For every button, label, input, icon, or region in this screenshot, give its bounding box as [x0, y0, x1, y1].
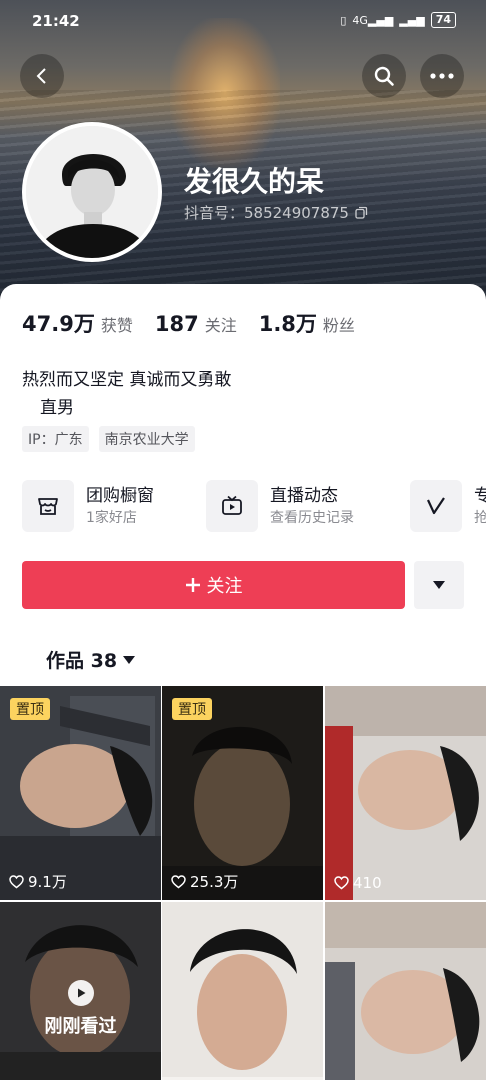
service-third[interactable]: 专 抢 [410, 480, 486, 532]
back-button[interactable] [20, 54, 64, 98]
chevron-left-icon [36, 68, 46, 84]
avatar-person-image [26, 126, 158, 258]
douyin-id-text: 抖音号：58524907875 [184, 204, 349, 222]
tab-works[interactable]: 作品 38 [46, 646, 136, 673]
stat-value: 1.8万 [258, 312, 317, 336]
service-title: 直播动态 [270, 486, 338, 506]
tv-icon [206, 480, 258, 532]
stat-label: 粉丝 [322, 316, 355, 335]
video-thumbnail[interactable]: 置顶 25.3万 [162, 686, 323, 900]
stat-label: 关注 [204, 316, 237, 335]
caret-down-icon [123, 655, 136, 664]
video-thumbnail[interactable] [325, 902, 486, 1080]
stat-value: 187 [154, 312, 199, 336]
like-count-text: 9.1万 [28, 873, 67, 891]
heart-icon [171, 874, 186, 888]
video-thumbnail[interactable]: 刚刚看过 [0, 902, 161, 1080]
stat-followers[interactable]: 1.8万 粉丝 [259, 308, 355, 338]
like-count-text: 410 [353, 874, 382, 892]
heart-icon [9, 874, 24, 888]
school-tag[interactable]: 南京农业大学 [98, 426, 195, 452]
like-count: 410 [334, 874, 382, 892]
signal-icon: 4G▂▄▆ [352, 13, 394, 27]
pinned-badge: 置顶 [172, 698, 212, 720]
v-logo-icon [410, 480, 462, 532]
like-count-text: 25.3万 [190, 873, 239, 891]
recently-viewed-label: 刚刚看过 [44, 1016, 117, 1037]
stat-value: 47.9万 [22, 312, 95, 336]
heart-icon [334, 876, 349, 890]
video-thumbnail[interactable]: 410 [325, 686, 486, 900]
service-group-buy-window[interactable]: 团购橱窗 1家好店 [22, 480, 154, 532]
nickname: 发很久的呆 [184, 165, 325, 198]
video-cover-image [162, 902, 323, 1080]
status-icons: ▯ 4G▂▄▆ ▂▄▆ 74 [340, 12, 456, 28]
service-subtitle: 查看历史记录 [270, 510, 354, 526]
stat-likes: 47.9万 获赞 [22, 308, 133, 338]
recently-viewed-overlay: 刚刚看过 [0, 980, 161, 1038]
search-icon [374, 66, 394, 86]
follow-dropdown-button[interactable] [414, 561, 464, 609]
like-count: 25.3万 [171, 871, 238, 892]
status-bar: 21:42 ▯ 4G▂▄▆ ▂▄▆ 74 [0, 0, 486, 44]
services-row: 团购橱窗 1家好店 直播动态 查看历史记录 专 抢 [22, 480, 486, 536]
play-icon [67, 980, 94, 1006]
bio-line-1: 热烈而又坚定 真诚而又勇敢 [22, 370, 232, 390]
copy-icon[interactable] [355, 206, 368, 219]
video-grid: 置顶 9.1万 置顶 25.3万 410 刚刚看过 [0, 686, 486, 1080]
pinned-badge: 置顶 [10, 698, 50, 720]
follow-button[interactable]: 关注 [22, 561, 405, 609]
caret-down-icon [433, 581, 445, 589]
works-tab-label: 作品 38 [46, 650, 118, 672]
vibrate-icon: ▯ [340, 13, 347, 27]
more-button[interactable] [420, 54, 464, 98]
follow-label: 关注 [206, 576, 243, 597]
ip-location-tag: IP：广东 [22, 426, 89, 452]
service-subtitle: 抢 [474, 510, 486, 526]
avatar[interactable] [22, 122, 162, 262]
profile-tags: IP：广东 南京农业大学 [22, 426, 195, 452]
video-cover-image [325, 902, 486, 1080]
video-thumbnail[interactable]: 置顶 9.1万 [0, 686, 161, 900]
plus-icon [185, 578, 200, 592]
like-count: 9.1万 [9, 871, 67, 892]
video-cover-image [325, 686, 486, 900]
stat-following[interactable]: 187 关注 [155, 312, 237, 336]
signal-icon-2: ▂▄▆ [399, 13, 425, 27]
stats-row: 47.9万 获赞 187 关注 1.8万 粉丝 [22, 308, 355, 338]
service-title: 专 [474, 486, 486, 506]
stat-label: 获赞 [100, 316, 133, 335]
battery-icon: 74 [430, 12, 456, 28]
service-title: 团购橱窗 [86, 486, 154, 506]
more-dots-icon [430, 73, 454, 79]
shop-window-icon [22, 480, 74, 532]
status-time: 21:42 [32, 12, 80, 30]
search-button[interactable] [362, 54, 406, 98]
video-thumbnail[interactable] [162, 902, 323, 1080]
bio-line-2: 直男 [40, 398, 74, 418]
douyin-id: 抖音号：58524907875 [184, 202, 368, 223]
service-subtitle: 1家好店 [86, 510, 137, 526]
service-live-history[interactable]: 直播动态 查看历史记录 [206, 480, 354, 532]
bio: 热烈而又坚定 真诚而又勇敢 直男 [22, 366, 231, 422]
